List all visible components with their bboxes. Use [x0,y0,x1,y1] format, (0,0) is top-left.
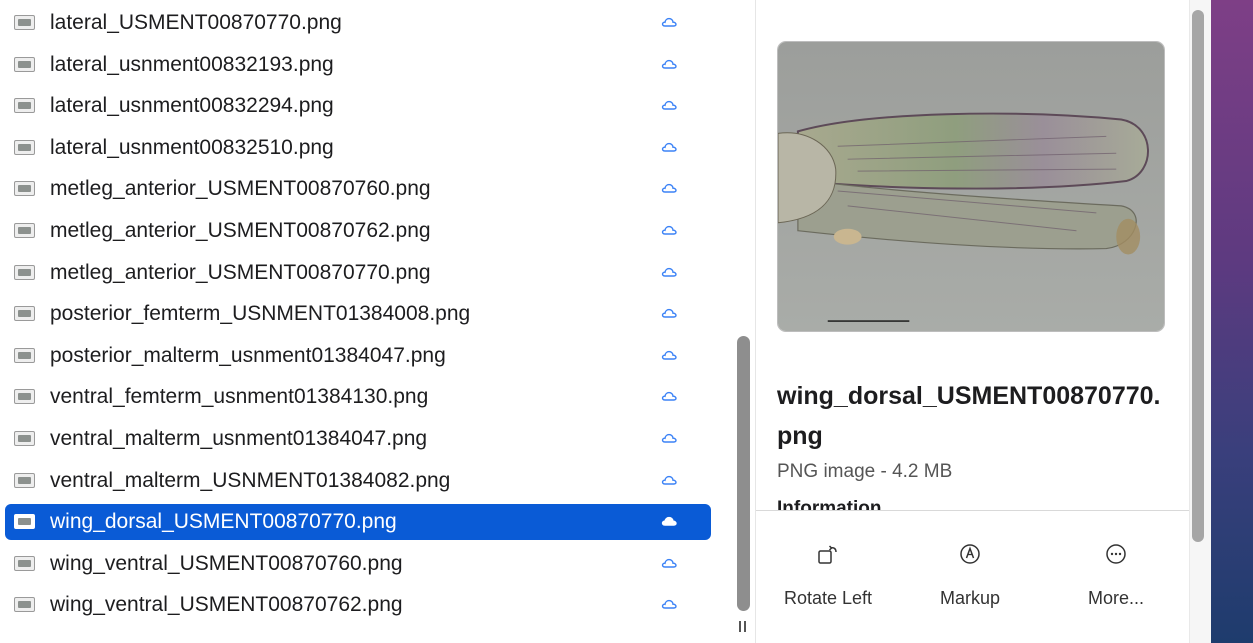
thumbnail-swatch [18,102,31,110]
image-file-icon [14,264,35,280]
file-name: lateral_USMENT00870770.png [50,11,342,34]
thumbnail-swatch [18,393,31,401]
cloud-icon[interactable] [661,473,677,487]
cloud-icon[interactable] [661,15,677,29]
file-row[interactable]: lateral_usnment00832294.png [5,88,711,124]
preview-kind-size: PNG image - 4.2 MB [777,461,953,482]
cloud-icon[interactable] [661,181,677,195]
preview-thumbnail[interactable] [777,41,1165,332]
thumbnail-swatch [18,559,31,567]
file-row[interactable]: metleg_anterior_USMENT00870760.png [5,171,711,207]
image-file-icon [14,347,35,363]
file-row[interactable]: ventral_malterm_USNMENT01384082.png [5,463,711,499]
file-row[interactable]: wing_ventral_USMENT00870760.png [5,546,711,582]
image-file-icon [14,472,35,488]
markup-button[interactable]: Markup [920,538,1020,618]
file-list: lateral_USMENT00870770.png lateral_usnmen… [0,0,730,643]
file-name: lateral_usnment00832510.png [50,135,334,159]
desktop-background [1211,0,1253,643]
information-heading: Information [777,498,882,510]
file-row[interactable]: metleg_anterior_USMENT00870770.png [5,255,711,291]
file-name: ventral_malterm_USNMENT01384082.png [50,468,451,492]
image-file-icon [14,223,35,238]
file-name: wing_dorsal_USMENT00870770.png [50,510,397,534]
markup-icon [960,544,980,564]
thumbnail-swatch [18,476,31,484]
more-icon [1106,544,1126,564]
file-row[interactable]: posterior_malterm_usnment01384047.png [5,338,711,374]
thumbnail-swatch [18,435,31,442]
markup-label: Markup [939,588,1001,608]
image-file-icon [14,139,35,155]
file-name: metleg_anterior_USMENT00870770.png [50,260,431,284]
cloud-icon[interactable] [661,98,677,112]
more-label: More... [1087,588,1144,608]
image-file-icon [14,555,35,571]
column-resize-handle[interactable] [736,619,748,635]
image-file-icon [14,431,35,446]
preview-pane: wing_dorsal_USMENT00870770.png PNG image… [756,0,1189,643]
cloud-icon[interactable] [661,140,677,154]
image-file-icon [14,181,35,197]
file-row[interactable]: lateral_USMENT00870770.png [5,5,711,41]
image-file-icon [14,15,35,30]
cloud-icon[interactable] [661,514,677,528]
thumbnail-swatch [18,351,31,359]
rotate-left-button[interactable]: Rotate Left [778,538,878,618]
cloud-icon[interactable] [661,431,677,445]
actions-divider [756,510,1189,511]
cloud-icon[interactable] [661,57,677,71]
thumbnail-swatch [18,60,31,68]
file-name: ventral_femterm_usnment01384130.png [50,385,429,409]
file-row[interactable]: ventral_femterm_usnment01384130.png [5,379,711,415]
thumbnail-swatch [18,185,31,193]
thumbnail-swatch [18,143,31,151]
cloud-icon[interactable] [661,597,677,611]
cloud-icon[interactable] [661,389,677,403]
thumbnail-swatch [18,601,31,609]
image-file-icon [14,597,35,613]
thumbnail-swatch [18,268,31,276]
wing-specimen-image [778,42,1164,331]
more-button[interactable]: More... [1066,538,1166,618]
cloud-icon[interactable] [661,265,677,279]
file-row[interactable]: metleg_anterior_USMENT00870762.png [5,213,711,249]
file-name: posterior_femterm_USNMENT01384008.png [50,302,471,326]
image-file-icon [14,514,35,530]
file-row[interactable]: wing_ventral_USMENT00870762.png [5,587,711,623]
file-row[interactable]: ventral_malterm_usnment01384047.png [5,421,711,457]
file-name: wing_ventral_USMENT00870762.png [50,593,403,617]
thumbnail-swatch [18,310,31,318]
thumbnail-swatch [18,518,31,526]
image-file-icon [14,306,35,322]
file-row[interactable]: lateral_usnment00832510.png [5,130,711,166]
rotate-left-icon [818,545,837,564]
file-name: ventral_malterm_usnment01384047.png [50,427,428,450]
file-name: metleg_anterior_USMENT00870762.png [50,219,431,242]
thumbnail-swatch [18,19,31,26]
preview-scrollbar[interactable] [1192,10,1204,542]
file-name: wing_ventral_USMENT00870760.png [50,551,403,575]
file-list-scrollbar[interactable] [737,336,750,611]
file-row[interactable]: wing_dorsal_USMENT00870770.png [5,504,711,541]
cloud-icon[interactable] [661,223,677,237]
file-row[interactable]: lateral_usnment00832193.png [5,47,711,83]
image-file-icon [14,56,35,72]
file-name: posterior_malterm_usnment01384047.png [50,343,446,367]
rotate-left-label: Rotate Left [783,588,873,608]
file-name: lateral_usnment00832294.png [50,94,334,118]
cloud-icon[interactable] [661,306,677,320]
file-row[interactable]: posterior_femterm_USNMENT01384008.png [5,296,711,332]
cloud-icon[interactable] [661,556,677,570]
image-file-icon [14,98,35,114]
file-name: lateral_usnment00832193.png [50,52,334,76]
thumbnail-swatch [18,227,31,234]
preview-file-name: wing_dorsal_USMENT00870770.png [777,382,1161,450]
cloud-icon[interactable] [661,348,677,362]
file-name: metleg_anterior_USMENT00870760.png [50,177,431,201]
image-file-icon [14,389,35,405]
